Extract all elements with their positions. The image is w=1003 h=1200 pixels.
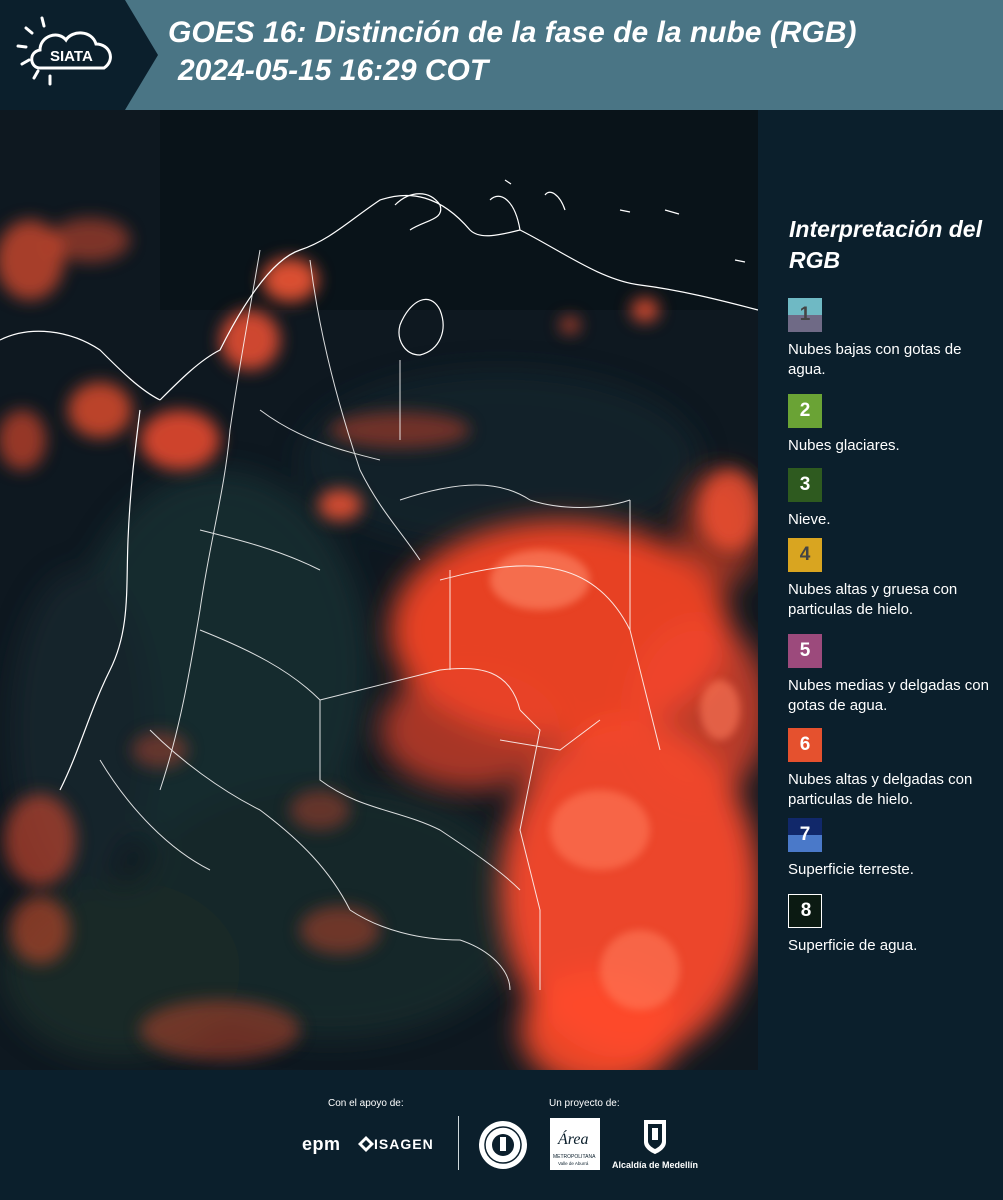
legend-label: Nubes altas y delgadas con particulas de… [788,771,973,808]
area-logo-sub2: Valle de Aburrá [558,1161,589,1166]
siata-logo-icon: SIATA [0,0,158,110]
legend-item-7: 7 Superficie terreste. [788,818,1000,880]
seal-logo-icon [478,1120,528,1175]
legend-swatch-7: 7 [788,818,822,852]
legend-number: 1 [799,304,811,325]
area-logo-sub1: METROPOLITANA [553,1154,596,1160]
legend-item-8: 8 Superficie de agua. [788,894,1000,956]
siata-logo: SIATA [0,0,160,110]
isagen-logo: ISAGEN [374,1136,434,1152]
legend-label: Nubes altas y gruesa con particulas de h… [788,581,958,618]
legend-item-6: 6 Nubes altas y delgadas con particulas … [788,728,1000,810]
legend-swatch-8: 8 [788,894,822,928]
page-title: GOES 16: Distinción de la fase de la nub… [168,14,988,90]
legend-number: 6 [799,734,811,755]
header-bar: SIATA GOES 16: Distinción de la fase de … [0,0,1003,110]
area-metropolitana-logo: Área METROPOLITANA Valle de Aburrá [550,1118,600,1175]
legend-item-3: 3 Nieve. [788,468,1000,530]
legend-item-1: 1 Nubes bajas con gotas de agua. [788,298,1000,380]
legend-swatch-6: 6 [788,728,822,762]
alcaldia-label: Alcaldía de Medellín [612,1160,699,1170]
legend-label: Nieve. [788,511,831,528]
legend-label: Nubes bajas con gotas de agua. [788,341,962,378]
legend-number: 2 [799,400,811,421]
epm-logo: epm [302,1134,341,1154]
legend-swatch-2: 2 [788,394,822,428]
area-logo-text: Área [557,1129,589,1148]
project-label: Un proyecto de: [549,1098,620,1109]
legend-swatch-5: 5 [788,634,822,668]
legend-label: Nubes medias y delgadas con gotas de agu… [788,677,989,714]
legend-title: Interpretación del RGB [789,216,982,273]
title-line-1: GOES 16: Distinción de la fase de la nub… [168,16,857,49]
legend-item-4: 4 Nubes altas y gruesa con particulas de… [788,538,1000,620]
legend-swatch-3: 3 [788,468,822,502]
legend-label: Nubes glaciares. [788,437,900,454]
legend-swatch-4: 4 [788,538,822,572]
satellite-image [0,110,758,1070]
title-line-2: 2024-05-15 16:29 COT [178,54,489,87]
footer: Con el apoyo de: Un proyecto de: epm ISA… [0,1070,1003,1200]
isagen-icon [358,1136,374,1157]
legend-number: 5 [799,640,811,661]
footer-divider [458,1116,459,1170]
legend-number: 3 [799,474,811,495]
legend-item-2: 2 Nubes glaciares. [788,394,1000,456]
legend-number: 4 [799,544,811,565]
legend-number: 8 [800,900,812,921]
satellite-map [0,110,758,1070]
legend-label: Superficie de agua. [788,937,918,954]
alcaldia-shield-icon [642,1118,668,1161]
legend-panel: Interpretación del RGB 1 Nubes bajas con… [762,110,1003,1070]
support-label: Con el apoyo de: [328,1098,404,1109]
siata-logo-text: SIATA [50,48,93,65]
legend-item-5: 5 Nubes medias y delgadas con gotas de a… [788,634,1000,716]
legend-swatch-1: 1 [788,298,822,332]
legend-label: Superficie terreste. [788,861,914,878]
legend-number: 7 [799,824,811,845]
